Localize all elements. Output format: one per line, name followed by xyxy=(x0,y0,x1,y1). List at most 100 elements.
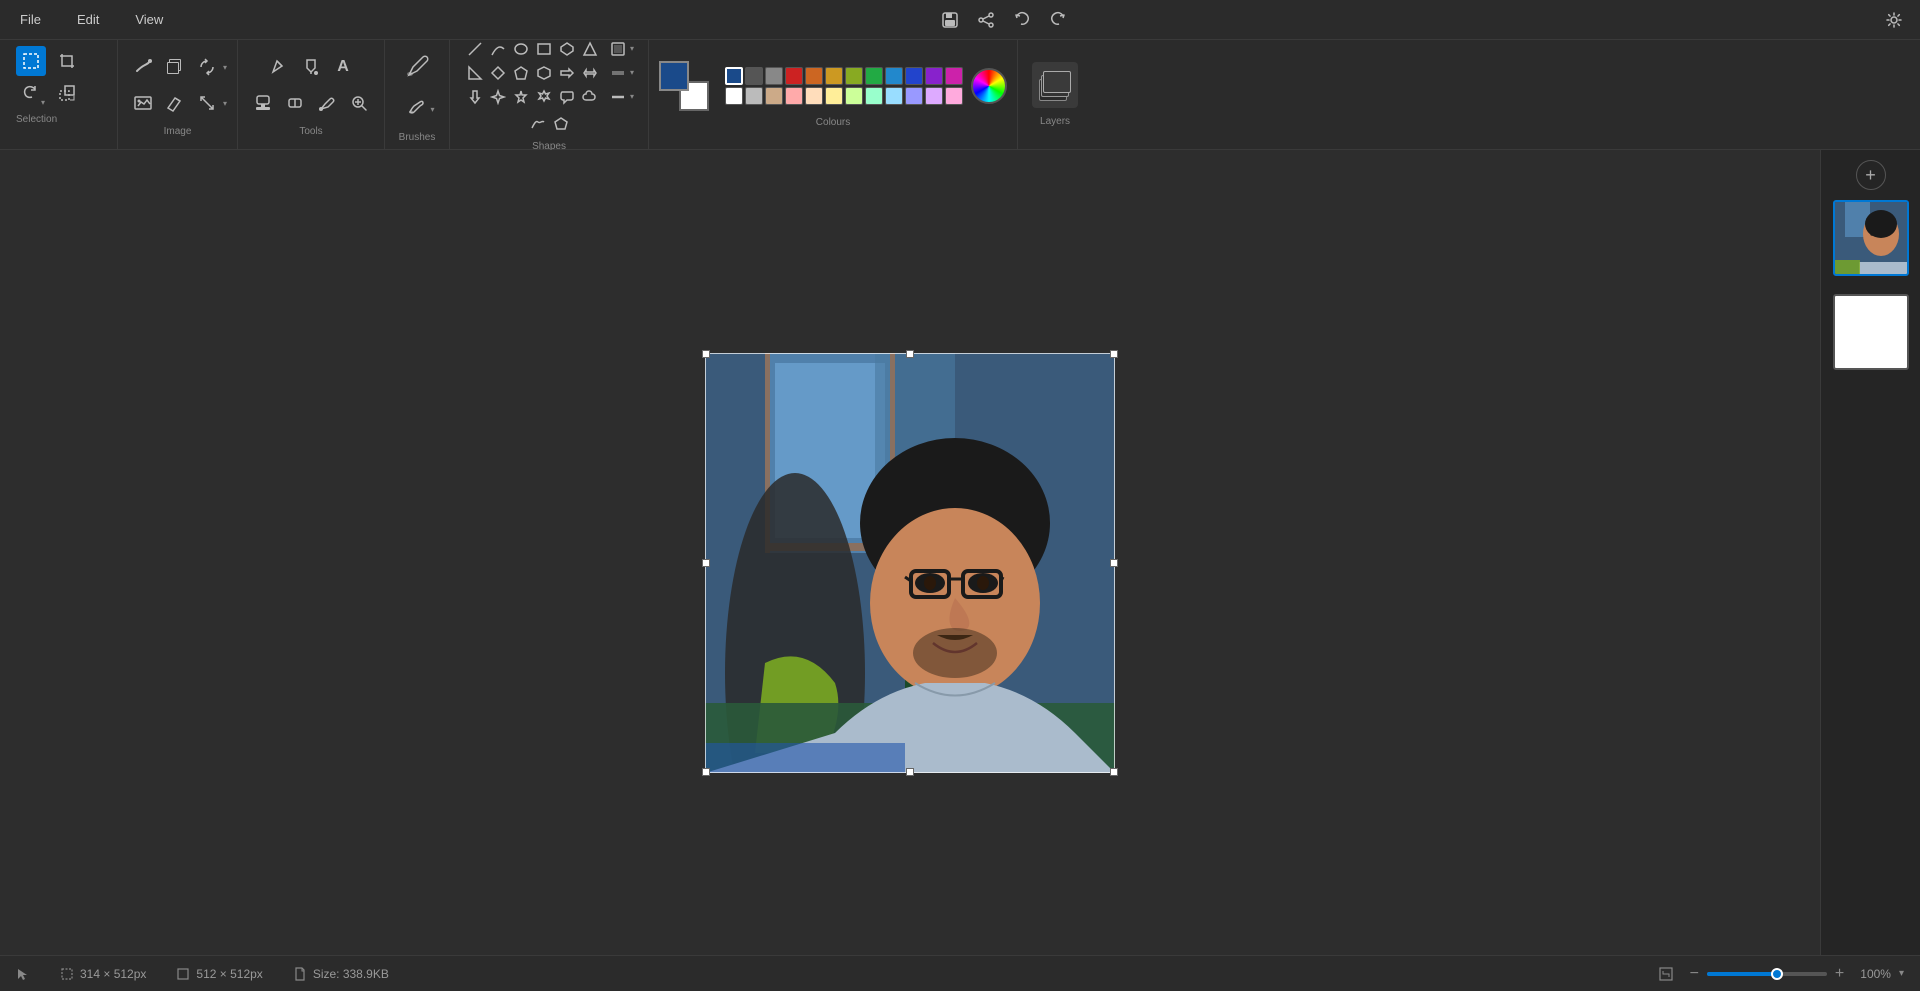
colour-swatch-r1-4[interactable] xyxy=(805,67,823,85)
toolbar: ▾ Selection xyxy=(0,40,1920,150)
colour-swatch-r2-1[interactable] xyxy=(745,87,763,105)
eraser-tool[interactable] xyxy=(280,88,310,118)
bubble-tool[interactable] xyxy=(556,86,578,108)
rotate-flip-dropdown[interactable]: ▾ xyxy=(223,63,227,72)
arrow-down-tool[interactable] xyxy=(464,86,486,108)
add-layer-button[interactable]: + xyxy=(1856,160,1886,190)
size-mode-dropdown[interactable]: ▾ xyxy=(630,92,634,101)
canvas-area[interactable] xyxy=(0,150,1820,955)
foreground-colour[interactable] xyxy=(659,61,689,91)
colour-swatch-r1-1[interactable] xyxy=(745,67,763,85)
stamp-tool[interactable] xyxy=(248,88,278,118)
rhombus-tool[interactable] xyxy=(556,38,578,60)
colour-swatch-r1-9[interactable] xyxy=(905,67,923,85)
brush-settings[interactable] xyxy=(400,94,430,124)
resize-tool[interactable] xyxy=(192,88,222,118)
cloud-tool[interactable] xyxy=(579,86,601,108)
colour-swatch-r2-11[interactable] xyxy=(945,87,963,105)
resize-dropdown[interactable]: ▾ xyxy=(223,99,227,108)
rect-tool[interactable] xyxy=(533,38,555,60)
magnify-tool[interactable] xyxy=(344,88,374,118)
colour-swatch-r2-4[interactable] xyxy=(805,87,823,105)
active-colours[interactable] xyxy=(659,61,709,111)
colour-swatch-r1-2[interactable] xyxy=(765,67,783,85)
layer-tool[interactable] xyxy=(160,52,190,82)
colour-swatch-r2-3[interactable] xyxy=(785,87,803,105)
star5-tool[interactable] xyxy=(510,86,532,108)
colour-swatch-r2-8[interactable] xyxy=(885,87,903,105)
shapes-fill-mode[interactable] xyxy=(607,38,629,60)
canvas-image-container[interactable] xyxy=(705,353,1115,773)
star6-tool[interactable] xyxy=(533,86,555,108)
layer-1-thumb[interactable] xyxy=(1833,200,1909,276)
fill-tool[interactable] xyxy=(296,52,326,82)
zoom-thumb[interactable] xyxy=(1771,968,1783,980)
curve-tool[interactable] xyxy=(487,38,509,60)
zoom-slider-track[interactable] xyxy=(1707,972,1827,976)
freeform-tool[interactable] xyxy=(527,113,549,135)
hex-tool[interactable] xyxy=(533,62,555,84)
zoom-dropdown-button[interactable]: ▾ xyxy=(1899,968,1904,979)
zoom-fit-button[interactable] xyxy=(1658,966,1674,982)
shapes-size-mode[interactable] xyxy=(607,86,629,108)
triangle-tool[interactable] xyxy=(579,38,601,60)
fill-mode-dropdown[interactable]: ▾ xyxy=(630,44,634,53)
line-tool[interactable] xyxy=(464,38,486,60)
color-wheel-button[interactable] xyxy=(971,68,1007,104)
colour-swatch-r2-6[interactable] xyxy=(845,87,863,105)
pent-tool[interactable] xyxy=(510,62,532,84)
settings-icon[interactable] xyxy=(1880,6,1908,34)
menu-edit[interactable]: Edit xyxy=(69,8,107,31)
colour-swatch-r2-0[interactable] xyxy=(725,87,743,105)
colour-swatch-r1-0[interactable] xyxy=(725,67,743,85)
menu-file[interactable]: File xyxy=(12,8,49,31)
undo-icon[interactable] xyxy=(1008,6,1036,34)
smudge-tool[interactable] xyxy=(128,52,158,82)
colour-swatch-r2-7[interactable] xyxy=(865,87,883,105)
colour-swatch-r2-10[interactable] xyxy=(925,87,943,105)
full-image-tool[interactable] xyxy=(128,88,158,118)
outline-mode-dropdown[interactable]: ▾ xyxy=(630,68,634,77)
colour-swatch-r2-5[interactable] xyxy=(825,87,843,105)
redo-icon[interactable] xyxy=(1044,6,1072,34)
polygon-tool[interactable] xyxy=(550,113,572,135)
crop-tool[interactable] xyxy=(52,46,82,76)
rect-select-tool[interactable] xyxy=(16,46,46,76)
diamond-tool[interactable] xyxy=(487,62,509,84)
colour-swatch-r1-10[interactable] xyxy=(925,67,943,85)
zoom-out-button[interactable]: − xyxy=(1690,966,1699,982)
colour-swatch-r2-9[interactable] xyxy=(905,87,923,105)
colour-swatch-r1-5[interactable] xyxy=(825,67,843,85)
layers-button[interactable] xyxy=(1032,62,1078,108)
share-icon[interactable] xyxy=(972,6,1000,34)
selection-more[interactable] xyxy=(52,78,82,108)
star4-tool[interactable] xyxy=(487,86,509,108)
zoom-in-button[interactable]: + xyxy=(1835,966,1844,982)
colour-swatch-r2-2[interactable] xyxy=(765,87,783,105)
colour-swatch-r1-3[interactable] xyxy=(785,67,803,85)
right-panel: + xyxy=(1820,150,1920,955)
arrow-2-tool[interactable] xyxy=(579,62,601,84)
canvas-size-status: 512 × 512px xyxy=(176,967,262,981)
colour-swatch-r1-7[interactable] xyxy=(865,67,883,85)
ellipse-tool[interactable] xyxy=(510,38,532,60)
colour-swatch-r1-11[interactable] xyxy=(945,67,963,85)
arrow-right-tool[interactable] xyxy=(556,62,578,84)
layers-section: Layers xyxy=(1018,40,1092,149)
layer-2-thumb[interactable] xyxy=(1833,294,1909,370)
colour-swatch-r1-6[interactable] xyxy=(845,67,863,85)
shapes-outline-mode[interactable] xyxy=(607,62,629,84)
brush-dropdown[interactable]: ▾ xyxy=(431,105,435,114)
pencil-tool[interactable] xyxy=(264,52,294,82)
menu-view[interactable]: View xyxy=(127,8,171,31)
rotate-tool[interactable]: ▾ xyxy=(16,78,46,108)
save-icon[interactable] xyxy=(936,6,964,34)
brush-tool[interactable] xyxy=(395,46,439,88)
text-tool[interactable]: A xyxy=(328,52,358,82)
rotate-flip-tool[interactable] xyxy=(192,52,222,82)
color-picker-tool[interactable] xyxy=(312,88,342,118)
canvas-dims-icon xyxy=(176,967,190,981)
right-tri-tool[interactable] xyxy=(464,62,486,84)
colour-swatch-r1-8[interactable] xyxy=(885,67,903,85)
erase-tool[interactable] xyxy=(160,88,190,118)
